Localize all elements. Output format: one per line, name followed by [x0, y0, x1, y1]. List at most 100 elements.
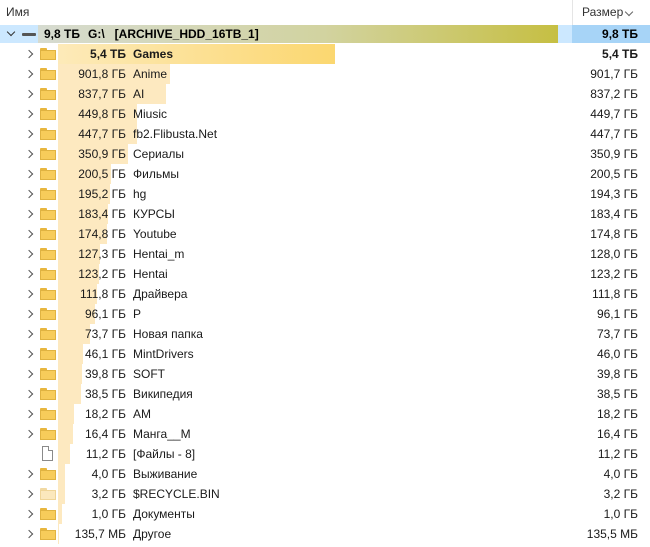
list-item[interactable]: 901,8 ГБ Anime 901,7 ГБ	[0, 64, 650, 84]
size-label: 200,5 ГБ	[78, 167, 126, 181]
size-label: 449,8 ГБ	[78, 107, 126, 121]
size-value: 96,1 ГБ	[596, 307, 638, 321]
item-name: Фильмы	[133, 167, 179, 181]
size-label: 3,2 ГБ	[91, 487, 126, 501]
item-name: SOFT	[133, 367, 165, 381]
size-label: 16,4 ГБ	[84, 427, 126, 441]
size-label: 39,8 ГБ	[84, 367, 126, 381]
expand-chevron-icon[interactable]	[24, 529, 34, 539]
list-item[interactable]: 4,0 ГБ Выживание 4,0 ГБ	[0, 464, 650, 484]
list-item[interactable]: 11,2 ГБ [Файлы - 8] 11,2 ГБ	[0, 444, 650, 464]
item-name: Miusic	[133, 107, 168, 121]
size-value: 11,2 ГБ	[597, 447, 638, 461]
expand-chevron-icon[interactable]	[24, 369, 34, 379]
expand-chevron-icon[interactable]	[24, 329, 34, 339]
list-item[interactable]: 38,5 ГБ Википедия 38,5 ГБ	[0, 384, 650, 404]
size-value: 73,7 ГБ	[596, 327, 638, 341]
item-name: Hentai_m	[133, 247, 185, 261]
expand-chevron-icon[interactable]	[24, 129, 34, 139]
list-item[interactable]: 18,2 ГБ AM 18,2 ГБ	[0, 404, 650, 424]
list-item[interactable]: 447,7 ГБ fb2.Flibusta.Net 447,7 ГБ	[0, 124, 650, 144]
expand-chevron-icon[interactable]	[24, 189, 34, 199]
list-item[interactable]: 111,8 ГБ Драйвера 111,8 ГБ	[0, 284, 650, 304]
root-drive-row[interactable]: 9,8 ТБ G:\ [ARCHIVE_HDD_16TB_1] 9,8 ТБ	[0, 25, 650, 43]
expand-chevron-icon[interactable]	[24, 109, 34, 119]
list-item[interactable]: 73,7 ГБ Новая папка 73,7 ГБ	[0, 324, 650, 344]
size-value: 135,5 МБ	[586, 527, 638, 541]
list-item[interactable]: 174,8 ГБ Youtube 174,8 ГБ	[0, 224, 650, 244]
size-label: 183,4 ГБ	[78, 207, 126, 221]
list-item[interactable]: 183,4 ГБ КУРСЫ 183,4 ГБ	[0, 204, 650, 224]
size-label: 350,9 ГБ	[78, 147, 126, 161]
folder-icon	[40, 308, 56, 320]
column-divider[interactable]	[572, 0, 573, 25]
expand-chevron-icon[interactable]	[24, 89, 34, 99]
item-name: AM	[133, 407, 151, 421]
folder-icon	[40, 108, 56, 120]
list-item[interactable]: 135,7 МБ Другое 135,5 МБ	[0, 524, 650, 544]
size-label: 5,4 ТБ	[90, 47, 126, 61]
list-item[interactable]: 200,5 ГБ Фильмы 200,5 ГБ	[0, 164, 650, 184]
root-size-value: 9,8 ТБ	[602, 27, 638, 41]
folder-icon	[40, 88, 56, 100]
header-scroll-corner	[639, 0, 650, 25]
column-header-name[interactable]: Имя	[6, 5, 29, 19]
expand-chevron-icon[interactable]	[24, 509, 34, 519]
size-label: 195,2 ГБ	[78, 187, 126, 201]
list-item[interactable]: 96,1 ГБ P 96,1 ГБ	[0, 304, 650, 324]
expand-chevron-icon[interactable]	[24, 389, 34, 399]
list-item[interactable]: 5,4 ТБ Games 5,4 ТБ	[0, 44, 650, 64]
list-item[interactable]: 449,8 ГБ Miusic 449,7 ГБ	[0, 104, 650, 124]
size-value: 183,4 ГБ	[590, 207, 638, 221]
folder-icon	[40, 428, 56, 440]
expand-chevron-icon[interactable]	[24, 409, 34, 419]
expand-chevron-icon[interactable]	[24, 229, 34, 239]
folder-icon	[40, 148, 56, 160]
expand-chevron-icon[interactable]	[24, 469, 34, 479]
item-name: Драйвера	[133, 287, 188, 301]
list-item[interactable]: 350,9 ГБ Сериалы 350,9 ГБ	[0, 144, 650, 164]
expand-chevron-icon[interactable]	[24, 489, 34, 499]
folder-icon	[40, 48, 56, 60]
expand-chevron-icon[interactable]	[24, 149, 34, 159]
list-item[interactable]: 195,2 ГБ hg 194,3 ГБ	[0, 184, 650, 204]
expand-chevron-icon[interactable]	[24, 249, 34, 259]
size-label: 901,8 ГБ	[78, 67, 126, 81]
item-name: P	[133, 307, 142, 321]
expand-chevron-icon[interactable]	[24, 49, 34, 59]
expand-chevron-icon[interactable]	[24, 429, 34, 439]
list-item[interactable]: 1,0 ГБ Документы 1,0 ГБ	[0, 504, 650, 524]
file-icon	[42, 446, 53, 461]
folder-icon	[40, 248, 56, 260]
size-value: 16,4 ГБ	[596, 427, 638, 441]
list-item[interactable]: 123,2 ГБ Hentai 123,2 ГБ	[0, 264, 650, 284]
list-item[interactable]: 16,4 ГБ Манга__M 16,4 ГБ	[0, 424, 650, 444]
sort-chevron-down-icon[interactable]	[624, 7, 634, 17]
expand-chevron-icon[interactable]	[24, 309, 34, 319]
size-value: 39,8 ГБ	[596, 367, 638, 381]
item-name: КУРСЫ	[133, 207, 175, 221]
column-header-size[interactable]: Размер	[582, 5, 623, 19]
expand-chevron-icon[interactable]	[24, 169, 34, 179]
list-item[interactable]: 837,7 ГБ AI 837,2 ГБ	[0, 84, 650, 104]
item-name: Anime	[133, 67, 168, 81]
size-label: 837,7 ГБ	[78, 87, 126, 101]
collapse-chevron-icon[interactable]	[6, 27, 16, 37]
expand-chevron-icon[interactable]	[24, 269, 34, 279]
list-item[interactable]: 127,3 ГБ Hentai_m 128,0 ГБ	[0, 244, 650, 264]
list-item[interactable]: 46,1 ГБ MintDrivers 46,0 ГБ	[0, 344, 650, 364]
size-value: 38,5 ГБ	[596, 387, 638, 401]
expand-chevron-icon[interactable]	[24, 69, 34, 79]
folder-icon	[40, 408, 56, 420]
list-item[interactable]: 39,8 ГБ SOFT 39,8 ГБ	[0, 364, 650, 384]
vertical-scrollbar[interactable]	[639, 43, 650, 547]
item-name: fb2.Flibusta.Net	[133, 127, 218, 141]
expand-chevron-icon[interactable]	[24, 289, 34, 299]
size-value: 4,0 ГБ	[603, 467, 638, 481]
size-label: 38,5 ГБ	[84, 387, 126, 401]
size-value: 194,3 ГБ	[590, 187, 638, 201]
list-item[interactable]: 3,2 ГБ $RECYCLE.BIN 3,2 ГБ	[0, 484, 650, 504]
expand-chevron-icon[interactable]	[24, 349, 34, 359]
size-label: 96,1 ГБ	[84, 307, 126, 321]
expand-chevron-icon[interactable]	[24, 209, 34, 219]
